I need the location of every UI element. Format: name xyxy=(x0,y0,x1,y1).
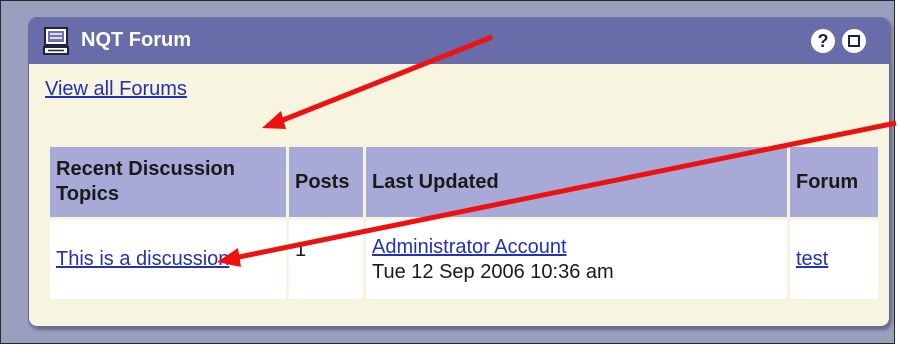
last-updated-cell: Administrator Account Tue 12 Sep 2006 10… xyxy=(366,220,787,299)
topic-cell: This is a discussion xyxy=(50,220,286,299)
header-recent-topics: Recent Discussion Topics xyxy=(50,147,286,217)
help-label: ? xyxy=(817,31,829,51)
header-forum: Forum xyxy=(790,147,878,217)
help-icon[interactable]: ? xyxy=(811,29,835,53)
maximize-icon[interactable] xyxy=(842,29,866,53)
updated-by-link[interactable]: Administrator Account xyxy=(372,236,567,258)
discussion-table: Recent Discussion Topics Posts Last Upda… xyxy=(47,144,881,302)
table-row: This is a discussion 1 Administrator Acc… xyxy=(50,220,878,299)
view-all-forums-link[interactable]: View all Forums xyxy=(45,76,187,102)
forum-link[interactable]: test xyxy=(796,248,828,270)
forum-cell: test xyxy=(790,220,878,299)
portlet-title: NQT Forum xyxy=(81,29,191,51)
outer-frame: NQT Forum ? View all Forums Recent Discu… xyxy=(0,0,895,344)
forum-portlet: NQT Forum ? View all Forums Recent Discu… xyxy=(28,17,890,327)
topic-link[interactable]: This is a discussion xyxy=(56,248,229,270)
header-last-updated: Last Updated xyxy=(366,147,787,217)
portlet-titlebar: NQT Forum ? xyxy=(29,18,889,64)
header-posts: Posts xyxy=(289,147,363,217)
maximize-square xyxy=(848,35,860,47)
forum-icon xyxy=(43,27,69,55)
table-header-row: Recent Discussion Topics Posts Last Upda… xyxy=(50,147,878,217)
updated-timestamp: Tue 12 Sep 2006 10:36 am xyxy=(372,260,614,283)
posts-count: 1 xyxy=(289,220,363,299)
